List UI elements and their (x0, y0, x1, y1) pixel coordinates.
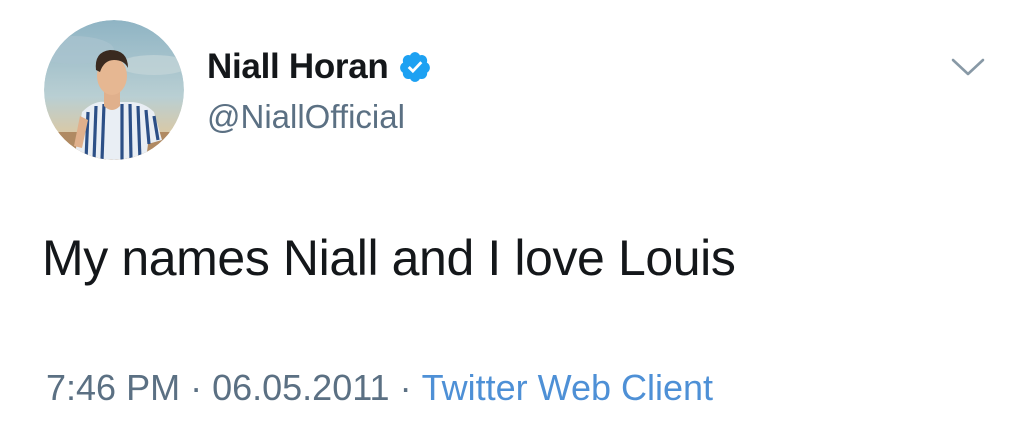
profile-photo-icon (44, 20, 184, 160)
meta-separator: · (399, 367, 412, 408)
author-display-name[interactable]: Niall Horan (207, 47, 389, 87)
meta-separator: · (190, 367, 203, 408)
tweet-header: Niall Horan @NiallOfficial (207, 46, 432, 136)
tweet-time[interactable]: 7:46 PM (46, 367, 180, 408)
author-handle[interactable]: @NiallOfficial (207, 98, 432, 136)
avatar[interactable] (44, 20, 184, 160)
tweet-source-link[interactable]: Twitter Web Client (422, 367, 713, 408)
verified-badge-icon (400, 52, 431, 82)
tweet-card: Niall Horan @NiallOfficial My names Nial… (0, 0, 1024, 438)
tweet-meta: 7:46 PM · 06.05.2011 · Twitter Web Client (46, 367, 713, 409)
author-name-row: Niall Horan (207, 46, 432, 88)
tweet-text: My names Niall and I love Louis (42, 230, 736, 286)
chevron-down-icon[interactable] (950, 56, 986, 78)
tweet-date[interactable]: 06.05.2011 (212, 367, 390, 408)
